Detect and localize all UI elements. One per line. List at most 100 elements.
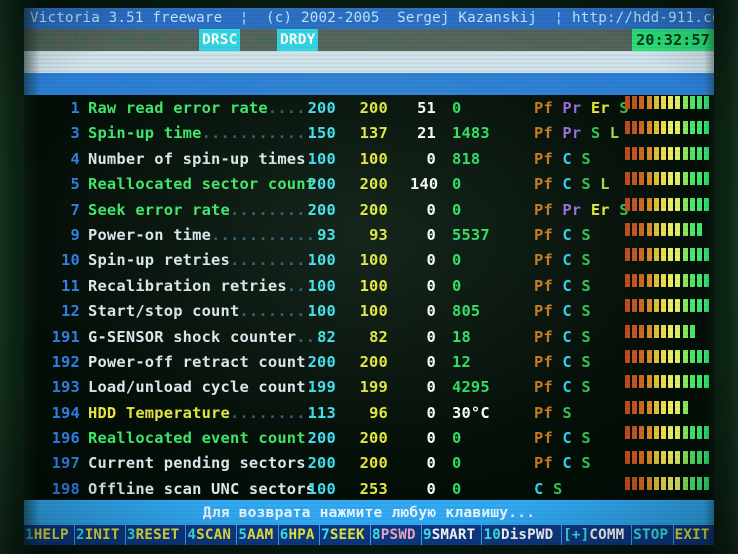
- fkey-pswd[interactable]: 8PSWD: [371, 525, 422, 545]
- health-bar-segment: [682, 451, 688, 465]
- row-threshold: 0: [426, 454, 436, 473]
- health-bar-segment: [689, 172, 695, 186]
- health-bar-segment: [646, 476, 652, 490]
- flag-pr: Pr: [562, 124, 582, 143]
- health-bar-segment: [682, 476, 688, 490]
- health-bar-segment: [653, 121, 659, 135]
- health-bar-segment: [639, 121, 645, 135]
- health-bar-segment: [646, 146, 652, 160]
- row-worst: 137: [359, 124, 388, 143]
- row-health-bar: [625, 146, 711, 161]
- table-row[interactable]: ........... 10 Spin-up retries 100 100 0 0 Pf C…: [24, 248, 714, 273]
- row-health-bar: [625, 299, 711, 313]
- health-bar-segment: [653, 426, 659, 440]
- row-threshold: 51: [417, 99, 436, 117]
- row-worst: 200: [359, 429, 388, 448]
- table-row[interactable]: ....... 1 Raw read error rate 200 200 51 0 Pf P…: [24, 96, 714, 121]
- row-raw: 4295: [452, 378, 490, 397]
- table-row[interactable]: ... 193 Load/unload cycle count 199 199 0 4295…: [24, 375, 714, 400]
- health-bar-segment: [689, 121, 695, 135]
- table-row[interactable]: ... 4 Number of spin-up times 100 100 0 818 Pf …: [24, 146, 714, 172]
- fkey-help[interactable]: 1HELP: [24, 525, 75, 545]
- health-bar-segment: [682, 375, 688, 389]
- health-bar-segment: [696, 375, 702, 389]
- health-bar-segment: [625, 172, 630, 186]
- fkey-reset[interactable]: 3RESET: [125, 525, 187, 545]
- fkey-exit[interactable]: EXIT: [673, 525, 714, 545]
- health-bar-segment: [704, 146, 710, 160]
- health-bar-segment: [646, 96, 652, 109]
- flag-c: C: [562, 149, 572, 168]
- table-row[interactable]: ........... 7 Seek error rate 200 200 0 0 Pf Pr…: [24, 197, 714, 223]
- fkey-aam[interactable]: 5AAM: [237, 525, 279, 545]
- health-bar-segment: [660, 197, 666, 211]
- health-bar-segment: [632, 146, 638, 160]
- health-bar-segment: [660, 299, 666, 313]
- fkey-init[interactable]: 2INIT: [74, 525, 126, 545]
- flag-pf: Pf: [534, 149, 553, 168]
- table-row[interactable]: ........... 194 HDD Temperature 113 96 0 30°C P…: [24, 400, 714, 426]
- health-bar-segment: [632, 349, 638, 363]
- table-row[interactable]: ............. 9 Power-on time 93 93 0 5537 Pf C…: [24, 222, 714, 248]
- health-bar-segment: [653, 222, 659, 236]
- table-row[interactable]: .......... 12 Start/stop count 100 100 0 805 Pf…: [24, 299, 714, 324]
- row-attribute-name: Spin-up time: [88, 124, 202, 143]
- health-bar-segment: [639, 426, 645, 440]
- health-bar-segment: [696, 451, 702, 465]
- fkey-stop[interactable]: STOP: [632, 525, 674, 545]
- health-bar-segment: [704, 451, 710, 465]
- table-row[interactable]: .. 5 Reallocated sector count 200 200 140 0 Pf …: [24, 172, 714, 197]
- row-health-bar: [625, 400, 690, 415]
- health-bar-segment: [632, 451, 638, 465]
- row-value: 100: [307, 302, 336, 321]
- fkey-dispwd[interactable]: 10DisPWD: [482, 525, 563, 545]
- flag-er: Er: [590, 99, 610, 117]
- row-attribute-name: Reallocated sector count: [88, 175, 316, 194]
- fkey-seek[interactable]: 7SEEK: [320, 525, 371, 545]
- health-bar-segment: [646, 349, 652, 363]
- row-health-bar: [625, 273, 711, 288]
- health-bar-segment: [704, 375, 710, 389]
- health-bar-segment: [696, 96, 702, 109]
- title-bar: Victoria 3.51 freeware ¦ (c) 2002-2005 S…: [24, 8, 714, 29]
- health-bar-segment: [675, 476, 681, 490]
- health-bar-segment: [653, 197, 659, 211]
- flag-pf: Pf: [534, 378, 553, 397]
- row-flags: Pf C S: [534, 299, 591, 324]
- table-row[interactable]: ..... 11 Recalibration retries 100 100 0 0 Pf C…: [24, 273, 714, 299]
- table-row[interactable]: .... 191 G-SENSOR shock counter 82 82 0 18 Pf C…: [24, 324, 714, 350]
- flag-s: S: [581, 454, 591, 473]
- health-bar-segment: [675, 96, 681, 109]
- health-bar-segment: [660, 324, 666, 338]
- health-bar-segment: [632, 172, 638, 186]
- table-row[interactable]: .............. 3 Spin-up time 150 137 21 1483 P…: [24, 121, 714, 146]
- health-bar-segment: [646, 426, 652, 440]
- health-bar-segment: [675, 248, 681, 262]
- row-threshold: 0: [426, 200, 436, 219]
- row-raw: 0: [452, 200, 462, 219]
- row-attribute-id: 192: [51, 352, 80, 371]
- fkey-scan[interactable]: 4SCAN: [186, 525, 238, 545]
- health-bar-segment: [625, 273, 630, 287]
- row-attribute-id: 1: [70, 99, 80, 117]
- row-threshold: 0: [426, 302, 436, 321]
- health-bar-segment: [668, 172, 674, 186]
- row-value: 200: [307, 175, 336, 194]
- fkey-smart[interactable]: 9SMART: [421, 525, 483, 545]
- row-worst: 100: [359, 302, 388, 321]
- function-key-bar[interactable]: 1HELP 2INIT 3RESET 4SCAN 5AAM 6HPA 7SEEK 8PSWD 9…: [24, 525, 714, 545]
- table-row[interactable]: .. 198 Offline scan UNC sectors 100 253 0 0 C S: [24, 476, 714, 502]
- fkey-comm[interactable]: [+]COMM: [562, 525, 633, 545]
- table-row[interactable]: ... 197 Current pending sectors 200 200 0 0 Pf …: [24, 451, 714, 476]
- flag-pf: Pf: [534, 175, 553, 194]
- health-bar-segment: [696, 273, 702, 287]
- table-row[interactable]: ... 192 Power-off retract count 200 200 0 12 Pf…: [24, 349, 714, 375]
- row-attribute-name: Spin-up retries: [88, 251, 230, 270]
- row-threshold: 0: [426, 149, 436, 168]
- fkey-hpa[interactable]: 6HPA: [278, 525, 321, 545]
- table-row[interactable]: ... 196 Reallocated event count 200 200 0 0 Pf …: [24, 426, 714, 451]
- crt-photo-frame: Victoria 3.51 freeware ¦ (c) 2002-2005 S…: [0, 0, 738, 554]
- row-health-bar: [625, 375, 711, 389]
- health-bar-segment: [704, 197, 710, 211]
- health-bar-segment: [704, 426, 710, 440]
